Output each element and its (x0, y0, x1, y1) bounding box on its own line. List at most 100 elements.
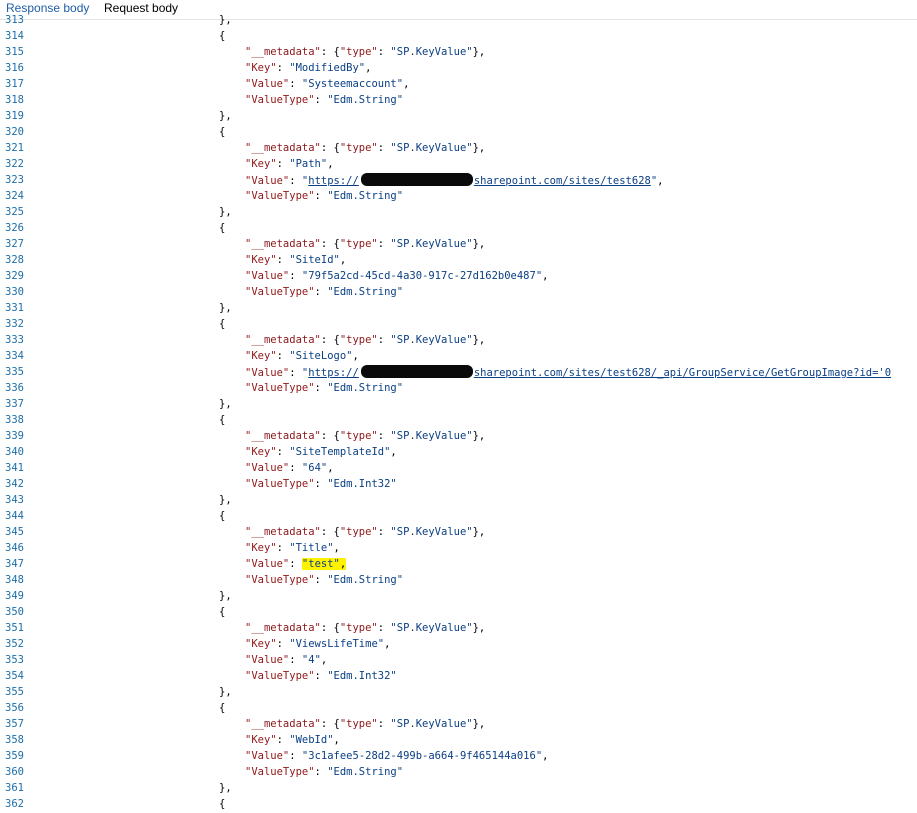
json-punctuation: }, (219, 590, 232, 602)
json-punctuation: , (333, 542, 340, 554)
url-link[interactable]: https:// (308, 367, 359, 379)
code-line: 339 "__metadata": {"type": "SP.KeyValue"}… (0, 428, 917, 444)
line-number: 339 (5, 430, 24, 442)
json-key: "__metadata" (245, 526, 321, 538)
code-line: 341 "Value": "64", (0, 460, 917, 476)
url-link[interactable]: https:// (308, 175, 359, 187)
json-punctuation: }, (219, 782, 232, 794)
line-number: 356 (5, 702, 24, 714)
line-text: "__metadata": {"type": "SP.KeyValue"}, (245, 620, 485, 636)
line-number: 335 (5, 366, 24, 378)
json-key: "ValueType" (245, 670, 315, 682)
json-punctuation: }, (472, 430, 486, 442)
json-string: "Edm.Int32" (327, 670, 397, 682)
line-number: 349 (5, 590, 24, 602)
code-line: 358 "Key": "WebId", (0, 732, 917, 748)
json-key: "Key" (245, 542, 277, 554)
code-line: 343}, (0, 492, 917, 508)
json-punctuation: , (384, 638, 391, 650)
line-text: "ValueType": "Edm.String" (245, 188, 403, 204)
line-text: "Key": "Path", (245, 156, 334, 172)
line-number: 342 (5, 478, 24, 490)
line-text: }, (219, 300, 232, 316)
json-string: "SP.KeyValue" (390, 238, 473, 250)
code-line: 340 "Key": "SiteTemplateId", (0, 444, 917, 460)
line-text: "Key": "Title", (245, 540, 340, 556)
json-key: "type" (339, 238, 378, 250)
json-string: "79f5a2cd-45cd-4a30-917c-27d162b0e487" (301, 270, 543, 282)
code-line: 360 "ValueType": "Edm.String" (0, 764, 917, 780)
json-string: "WebId" (289, 734, 334, 746)
line-number: 336 (5, 382, 24, 394)
line-text: }, (219, 204, 232, 220)
code-line: 353 "Value": "4", (0, 652, 917, 668)
json-key: "ValueType" (245, 574, 315, 586)
line-number: 357 (5, 718, 24, 730)
json-string: "SP.KeyValue" (390, 142, 473, 154)
line-text: "Value": "79f5a2cd-45cd-4a30-917c-27d162… (245, 268, 548, 284)
json-key: "Value" (245, 367, 290, 379)
line-text: { (219, 700, 225, 716)
line-text: "__metadata": {"type": "SP.KeyValue"}, (245, 428, 485, 444)
json-punctuation: : (314, 670, 328, 682)
json-key: "ValueType" (245, 94, 315, 106)
json-string: "Path" (289, 158, 328, 170)
code-line: 323 "Value": "https://sharepoint.com/site… (0, 172, 917, 188)
code-line: 313}, (0, 12, 917, 28)
json-punctuation: : { (320, 622, 340, 634)
line-text: { (219, 796, 225, 812)
json-string: "Edm.String" (327, 766, 404, 778)
line-text: }, (219, 108, 232, 124)
code-line: 335 "Value": "https://sharepoint.com/site… (0, 364, 917, 380)
redaction-bar (360, 173, 473, 186)
code-line: 348 "ValueType": "Edm.String" (0, 572, 917, 588)
url-link[interactable]: sharepoint.com/sites/test628 (474, 175, 651, 187)
json-punctuation: { (219, 30, 226, 42)
code-line: 362 { (0, 796, 917, 812)
json-key: "__metadata" (245, 46, 321, 58)
line-number: 345 (5, 526, 24, 538)
json-key: "type" (339, 334, 378, 346)
line-number: 323 (5, 174, 24, 186)
code-line: 342 "ValueType": "Edm.Int32" (0, 476, 917, 492)
json-punctuation: : (377, 142, 391, 154)
code-line: 347 "Value": "test", (0, 556, 917, 572)
line-number: 355 (5, 686, 24, 698)
line-text: "__metadata": {"type": "SP.KeyValue"}, (245, 716, 485, 732)
line-number: 326 (5, 222, 24, 234)
code-line: 321 "__metadata": {"type": "SP.KeyValue"}… (0, 140, 917, 156)
highlighted-value: , (339, 558, 347, 570)
line-number: 320 (5, 126, 24, 138)
line-text: "Key": "SiteTemplateId", (245, 444, 397, 460)
json-key: "Key" (245, 254, 277, 266)
json-punctuation: : (289, 78, 302, 90)
line-number: 333 (5, 334, 24, 346)
json-punctuation: : { (320, 238, 340, 250)
json-string: "Systeemaccount" (301, 78, 404, 90)
json-punctuation: , (339, 254, 347, 266)
json-punctuation: { (219, 798, 226, 810)
line-number: 350 (5, 606, 24, 618)
json-key: "__metadata" (245, 718, 321, 730)
code-line: 316 "Key": "ModifiedBy", (0, 60, 917, 76)
json-key: "type" (339, 622, 378, 634)
line-text: { (219, 124, 225, 140)
json-punctuation: : (276, 62, 290, 74)
json-key: "__metadata" (245, 142, 321, 154)
redaction-bar (360, 365, 473, 378)
json-punctuation: }, (472, 238, 486, 250)
code-line: 351 "__metadata": {"type": "SP.KeyValue"}… (0, 620, 917, 636)
json-string: "Edm.Int32" (327, 478, 397, 490)
line-number: 331 (5, 302, 24, 314)
json-punctuation: { (219, 126, 226, 138)
json-punctuation: : (377, 526, 391, 538)
line-text: "Key": "WebId", (245, 732, 340, 748)
json-string: "SP.KeyValue" (390, 334, 473, 346)
json-code-view[interactable]: 313}, 314{315 "__metadata": {"type": "SP.K… (0, 12, 917, 813)
url-link[interactable]: sharepoint.com/sites/test628/_api/GroupS… (474, 367, 891, 379)
json-punctuation: }, (472, 46, 486, 58)
line-number: 344 (5, 510, 24, 522)
line-text: "__metadata": {"type": "SP.KeyValue"}, (245, 524, 485, 540)
json-key: "type" (339, 142, 378, 154)
json-punctuation: }, (219, 494, 232, 506)
